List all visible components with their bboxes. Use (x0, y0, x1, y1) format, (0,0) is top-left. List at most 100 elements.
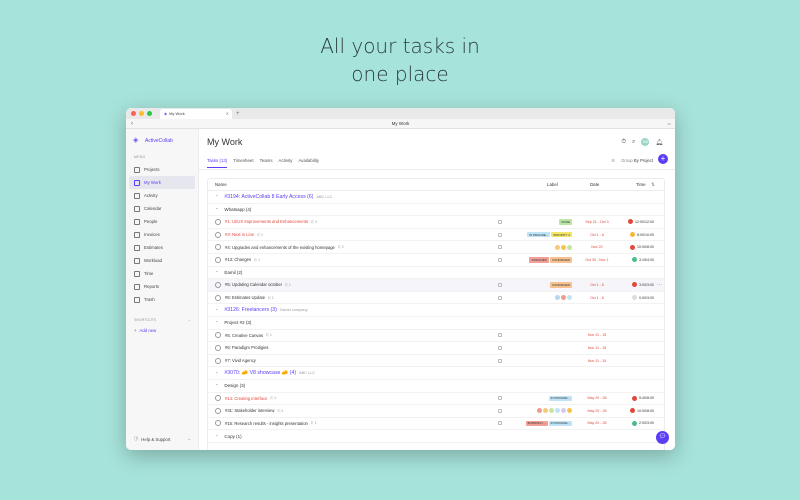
table-row[interactable]: #31: Stakeholder interview ⎘ 3 May 20 - 28… (208, 405, 664, 418)
task-date[interactable]: Nov 11 - 15 (580, 359, 614, 363)
chevron-up-icon[interactable]: ⌃ (215, 194, 218, 199)
complete-checkbox[interactable] (215, 407, 221, 414)
task-name[interactable]: #7: Vivid Agency (225, 358, 256, 363)
complete-checkbox[interactable] (215, 244, 221, 251)
table-row[interactable]: #5: Updating Calendar october ⎘ 1 CONFIRME… (208, 279, 664, 292)
chevron-up-icon[interactable]: ⌃ (215, 383, 218, 388)
complete-checkbox[interactable] (215, 420, 221, 427)
label-badge[interactable]: DONE (559, 219, 572, 225)
chevron-up-icon[interactable]: ⌃ (215, 371, 218, 376)
chevron-up-icon[interactable]: ⌃ (215, 434, 218, 439)
task-date[interactable]: Oct 1 - 6 (580, 296, 614, 300)
table-row[interactable]: #4: Upgrades and enhancements of the exi… (208, 241, 664, 254)
column-settings-icon[interactable]: ⇅ (651, 182, 655, 188)
task-time[interactable]: 12:00/12:00 (618, 219, 654, 225)
select-checkbox[interactable] (498, 358, 502, 363)
sidebar-item-workload[interactable]: Workload (129, 254, 195, 267)
sidebar-item-invoices[interactable]: Invoices (129, 228, 195, 241)
task-name[interactable]: #6: Paradigm Prodigies (225, 345, 269, 350)
task-time[interactable]: 8:00/10:00 (618, 232, 654, 238)
table-row[interactable]: #15: Research results - insights present… (208, 418, 664, 431)
label-dot[interactable] (567, 244, 572, 250)
extensions-icon[interactable]: ⚏ (667, 119, 671, 129)
table-row[interactable]: #1: UI/UX Improvements and Enhancements ⎘… (208, 216, 664, 229)
table-row[interactable]: #13: Changes ⎘ 1 ASSIGNED CONFIRMED Oct 30 -… (208, 254, 664, 267)
select-checkbox[interactable] (498, 421, 502, 426)
label-badge[interactable]: BURNING I... (525, 420, 548, 427)
task-date[interactable]: Nov 11 - 15 (580, 346, 614, 350)
task-date[interactable]: Oct 30 - Nov 1 (580, 258, 614, 262)
filter-icon[interactable]: ☰ (611, 158, 615, 163)
sidebar-item-trash[interactable]: Trash (129, 293, 195, 306)
project-header[interactable]: ⌃ #3070: 🧀 V8 showcase 🧀 (4) ABC LLC (208, 367, 664, 380)
complete-checkbox[interactable] (215, 218, 221, 225)
close-tab-icon[interactable]: ✕ (226, 109, 229, 119)
close-window-button[interactable] (131, 111, 136, 116)
search-icon[interactable]: ⌕ (632, 139, 635, 146)
complete-checkbox[interactable] (215, 256, 221, 263)
sidebar-item-time[interactable]: Time (129, 267, 195, 280)
project-header[interactable]: ⌃ #3126: Freelancers (3) Owner company (208, 304, 664, 317)
task-name[interactable]: #14: Creating interface (225, 396, 267, 401)
task-time[interactable]: 10:00/8:00 (618, 244, 654, 250)
label-dot[interactable] (567, 408, 572, 414)
table-row[interactable]: #14: Creating interface ⎘ 1 IN PROGRE... Ma… (208, 393, 664, 406)
column-label[interactable]: Label (547, 182, 558, 187)
task-list-header[interactable]: ⌃ Project #2 (3) (208, 317, 664, 330)
select-checkbox[interactable] (498, 232, 502, 237)
label-dot[interactable] (543, 408, 548, 414)
complete-checkbox[interactable] (215, 357, 221, 364)
sidebar-item-reports[interactable]: Reports (129, 280, 195, 293)
table-row[interactable]: #7: Vivid Agency Nov 11 - 15 (208, 355, 664, 368)
task-date[interactable]: Oct 1 - 6 (580, 283, 614, 287)
add-task-button[interactable]: + (658, 154, 668, 164)
label-dot[interactable] (567, 295, 572, 301)
task-date[interactable]: May 20 - 28 (580, 396, 614, 400)
task-list-header[interactable]: ⌃ Whatsapp (4) (208, 204, 664, 217)
label-badge[interactable]: CONFIRMED (549, 256, 572, 263)
task-date[interactable]: Nov 20 (580, 245, 614, 249)
select-checkbox[interactable] (498, 219, 502, 224)
select-checkbox[interactable] (498, 408, 502, 413)
task-time[interactable]: 0:00/3:00 (618, 295, 654, 301)
tab-activity[interactable]: Activity (279, 158, 293, 168)
task-time[interactable]: 2:00/3:00 (618, 420, 654, 426)
back-icon[interactable]: ‹ (131, 119, 133, 129)
tab-teams[interactable]: Teams (260, 158, 273, 168)
project-name[interactable]: #3070: 🧀 V8 showcase 🧀 (4) (224, 370, 296, 376)
task-list-header[interactable]: ⌃ Eamil (2) (208, 267, 664, 280)
task-time[interactable]: 3:00/3:00 (618, 282, 654, 288)
complete-checkbox[interactable] (215, 231, 221, 238)
label-dot[interactable] (561, 295, 566, 301)
task-date[interactable]: Sep 21 - Oct 3 (580, 220, 614, 224)
task-name[interactable]: #5: Creative Canvas (225, 333, 263, 338)
label-badge[interactable]: IN PROGRE... (527, 231, 551, 238)
task-date[interactable]: May 20 - 28 (580, 421, 614, 425)
column-time[interactable]: Time (636, 182, 646, 187)
add-new-shortcut-button[interactable]: + Add new (134, 328, 198, 333)
sidebar-item-activity[interactable]: Activity (129, 189, 195, 202)
task-date[interactable]: Oct 1 - 6 (580, 233, 614, 237)
group-by-control[interactable]: ☰ Group By Project (611, 158, 653, 163)
chevron-up-icon[interactable]: ⌃ (215, 308, 218, 313)
maximize-window-button[interactable] (147, 111, 152, 116)
task-list-header[interactable]: ⌃ Design (3) (208, 380, 664, 393)
select-checkbox[interactable] (498, 396, 502, 401)
task-name[interactable]: #6: Estimates Update (225, 295, 265, 300)
complete-checkbox[interactable] (215, 332, 221, 339)
task-time[interactable]: 9:40/8:00 (618, 395, 654, 401)
column-name[interactable]: Name (215, 182, 227, 187)
task-date[interactable]: Nov 11 - 15 (580, 333, 614, 337)
sidebar-item-calendar[interactable]: Calendar (129, 202, 195, 215)
new-tab-icon[interactable]: + (236, 109, 240, 119)
project-header[interactable]: ⌃ #3194: ActiveCollab 8 Early Access (6) A… (208, 191, 664, 204)
table-row[interactable]: #6: Estimates Update ⎘ 1 Oct 1 - 6 0:00/3:0… (208, 292, 664, 305)
sidebar-item-people[interactable]: People (129, 215, 195, 228)
chevron-up-icon[interactable]: ⌃ (215, 270, 218, 275)
sidebar-item-my-work[interactable]: My Work (129, 176, 195, 189)
brand[interactable]: ◈ ActiveCollab (126, 129, 198, 144)
browser-tab[interactable]: ◈ My Work ✕ (160, 109, 232, 119)
task-name[interactable]: #13: Changes (225, 257, 251, 262)
label-dot[interactable] (555, 244, 560, 250)
label-badge[interactable]: IN PROGRE... (548, 395, 572, 402)
